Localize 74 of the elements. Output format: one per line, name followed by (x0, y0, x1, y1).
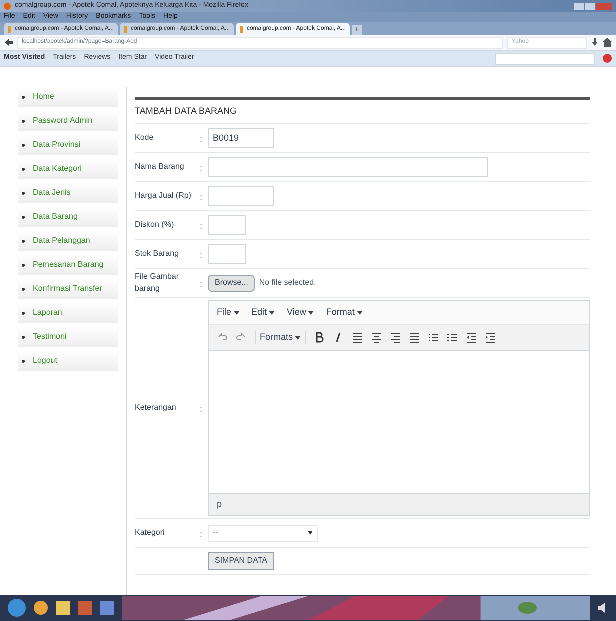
colon: : (200, 250, 203, 260)
bullet-icon (22, 360, 25, 362)
browser-icon[interactable] (34, 601, 48, 615)
maximize-icon[interactable] (585, 2, 595, 10)
colon: : (200, 404, 203, 414)
caret-icon (356, 310, 363, 314)
field-label: Stok Barang (135, 248, 180, 260)
bullet-icon (22, 216, 25, 218)
caret-icon (308, 310, 314, 314)
save-button[interactable]: SIMPAN DATA (208, 552, 274, 570)
addon-icon[interactable] (603, 54, 612, 63)
text-field[interactable]: B0019 (208, 128, 274, 148)
outdent-icon[interactable] (466, 332, 478, 343)
align-right-icon[interactable] (390, 332, 402, 343)
dropdown-arrow-icon (308, 531, 313, 535)
editor-menu[interactable]: Edit (252, 306, 276, 320)
back-icon[interactable] (4, 38, 13, 47)
browse-button[interactable]: Browse... (208, 274, 256, 292)
colon: : (200, 163, 203, 173)
text-field[interactable] (208, 157, 488, 177)
bullet-icon (22, 264, 25, 266)
download-icon[interactable] (591, 38, 599, 47)
numbered-list-icon[interactable] (447, 332, 458, 343)
home-icon[interactable] (603, 38, 612, 47)
field-label: Harga Jual (Rp) (135, 190, 192, 202)
field-label: Kode (135, 132, 155, 144)
form-title: TAMBAH DATA BARANG (135, 104, 238, 118)
rich-text-editor[interactable]: File Edit View Format Formats p (208, 300, 590, 516)
bullet-icon (22, 168, 25, 170)
element-path: p (217, 498, 222, 511)
bullet-icon (22, 312, 25, 314)
field-label: Kategori (135, 527, 166, 539)
colon: : (200, 279, 203, 289)
bullet-icon (22, 96, 25, 98)
colon: : (200, 221, 203, 231)
caret-icon (295, 336, 302, 340)
caret-icon (234, 310, 240, 314)
indent-icon[interactable] (485, 332, 496, 343)
bullet-icon (22, 120, 25, 122)
field-label: Diskon (%) (135, 219, 176, 231)
caret-icon (269, 310, 276, 314)
align-left-icon[interactable] (352, 332, 364, 343)
bullet-icon (22, 288, 25, 290)
align-center-icon[interactable] (371, 332, 382, 343)
text-field[interactable] (208, 215, 246, 235)
bullet-icon (22, 240, 25, 242)
colon: : (200, 192, 203, 202)
field-label: File Gambar barang (135, 271, 180, 295)
field-label: Nama Barang (135, 161, 186, 173)
page-icon (240, 26, 243, 32)
start-icon[interactable] (8, 599, 26, 617)
file-status: No file selected. (259, 277, 316, 289)
colon: : (200, 134, 203, 144)
bold-icon[interactable] (314, 332, 326, 343)
justify-icon[interactable] (409, 332, 420, 343)
text-field[interactable] (208, 186, 274, 206)
undo-icon[interactable] (217, 332, 228, 343)
editor-menu[interactable]: Format (326, 306, 363, 320)
editor-menu[interactable]: File (217, 306, 240, 320)
bullet-icon (22, 336, 25, 338)
page-icon (8, 26, 11, 32)
formats-dropdown[interactable]: Formats (255, 330, 306, 344)
text-field[interactable] (208, 244, 246, 264)
redo-icon[interactable] (236, 332, 247, 343)
colon: : (200, 529, 203, 539)
new-tab-button[interactable]: + (352, 25, 362, 35)
page-icon (124, 26, 127, 32)
editor-menu[interactable]: View (287, 306, 314, 320)
bullet-icon (22, 192, 25, 194)
speaker-icon[interactable] (598, 603, 608, 613)
bullet-icon (22, 144, 25, 146)
field-label: Keterangan (135, 402, 178, 414)
toolbar-search-field[interactable] (495, 52, 595, 64)
minimize-icon[interactable] (574, 2, 584, 10)
